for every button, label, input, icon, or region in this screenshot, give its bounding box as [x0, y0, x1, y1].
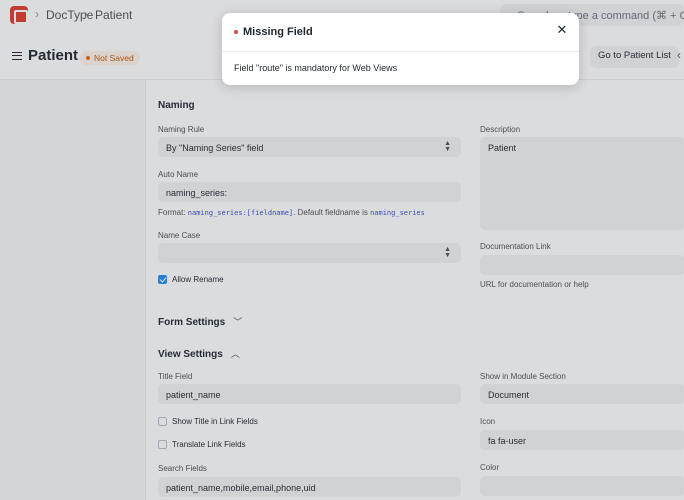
- dialog-title: Missing Field: [243, 26, 313, 38]
- error-indicator-icon: [234, 30, 238, 34]
- close-icon[interactable]: ✕: [555, 23, 569, 37]
- dialog-divider: [222, 51, 579, 52]
- missing-field-dialog: Missing Field ✕ Field "route" is mandato…: [222, 13, 579, 85]
- dialog-message: Field "route" is mandatory for Web Views: [234, 63, 398, 73]
